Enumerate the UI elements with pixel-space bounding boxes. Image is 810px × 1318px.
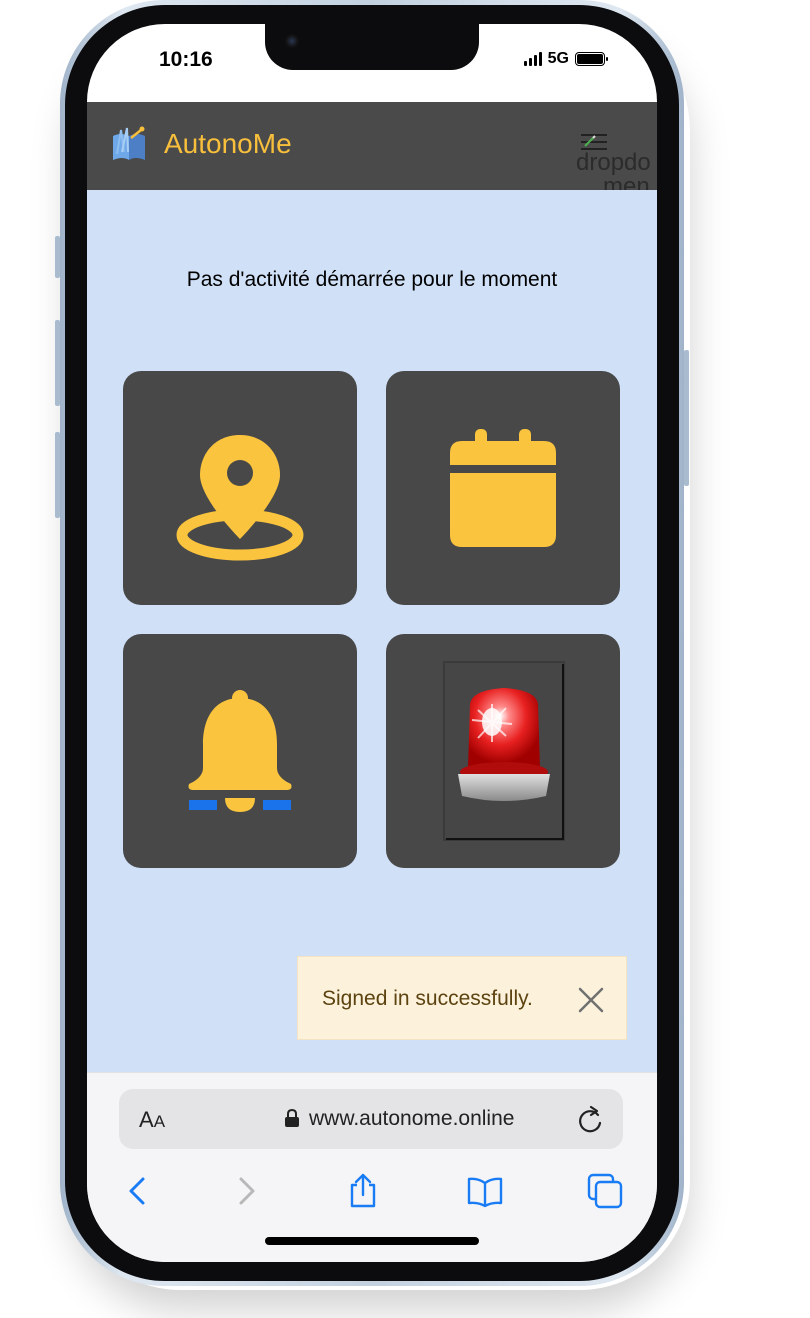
home-indicator [265, 1237, 479, 1245]
text-size-label: A [139, 1107, 154, 1132]
network-type: 5G [547, 50, 569, 67]
lock-icon [285, 1109, 299, 1127]
emergency-siren-icon [443, 661, 565, 841]
power-button [684, 350, 689, 486]
address-bar[interactable]: AA www.autonome.online [119, 1089, 623, 1149]
tile-notifications[interactable] [123, 634, 357, 868]
tile-location[interactable] [123, 371, 357, 605]
status-indicators: 5G [523, 50, 608, 68]
signal-icon [523, 52, 542, 66]
activity-status-message: Pas d'activité démarrée pour le moment [186, 268, 558, 291]
volume-down-button [55, 432, 60, 518]
app-brand[interactable]: AutonoMe [164, 128, 292, 160]
battery-icon [575, 52, 608, 66]
tabs-icon[interactable] [587, 1173, 623, 1209]
calendar-icon [450, 429, 556, 547]
action-button [55, 236, 60, 278]
close-icon[interactable] [578, 987, 604, 1013]
main-content: Pas d'activité démarrée pour le moment S… [87, 190, 657, 1072]
status-time: 10:16 [159, 48, 213, 71]
bookmarks-icon[interactable] [467, 1173, 503, 1209]
share-icon[interactable] [345, 1173, 381, 1209]
url-text[interactable]: www.autonome.online [309, 1107, 514, 1131]
phone-screen: 10:16 5G AutonoMe dropdo men Pas d'activ… [87, 24, 657, 1262]
map-pin-icon [176, 435, 304, 561]
volume-up-button [55, 320, 60, 406]
browser-toolbar: AA www.autonome.online [87, 1072, 657, 1262]
front-camera [285, 34, 299, 48]
forward-arrow-icon[interactable] [229, 1173, 265, 1209]
app-navbar: AutonoMe dropdo men [87, 102, 657, 200]
text-size-button[interactable]: AA [139, 1107, 165, 1133]
toast-notification: Signed in successfully. [297, 956, 627, 1040]
back-arrow-icon[interactable] [119, 1173, 155, 1209]
tile-calendar[interactable] [386, 371, 620, 605]
text-size-label-small: A [153, 1112, 166, 1131]
dynamic-notch [265, 24, 479, 70]
tile-emergency[interactable] [386, 634, 620, 868]
reload-icon[interactable] [577, 1105, 603, 1133]
app-logo-icon[interactable] [109, 124, 151, 166]
bell-icon [188, 690, 292, 812]
toast-message: Signed in successfully. [322, 987, 533, 1010]
